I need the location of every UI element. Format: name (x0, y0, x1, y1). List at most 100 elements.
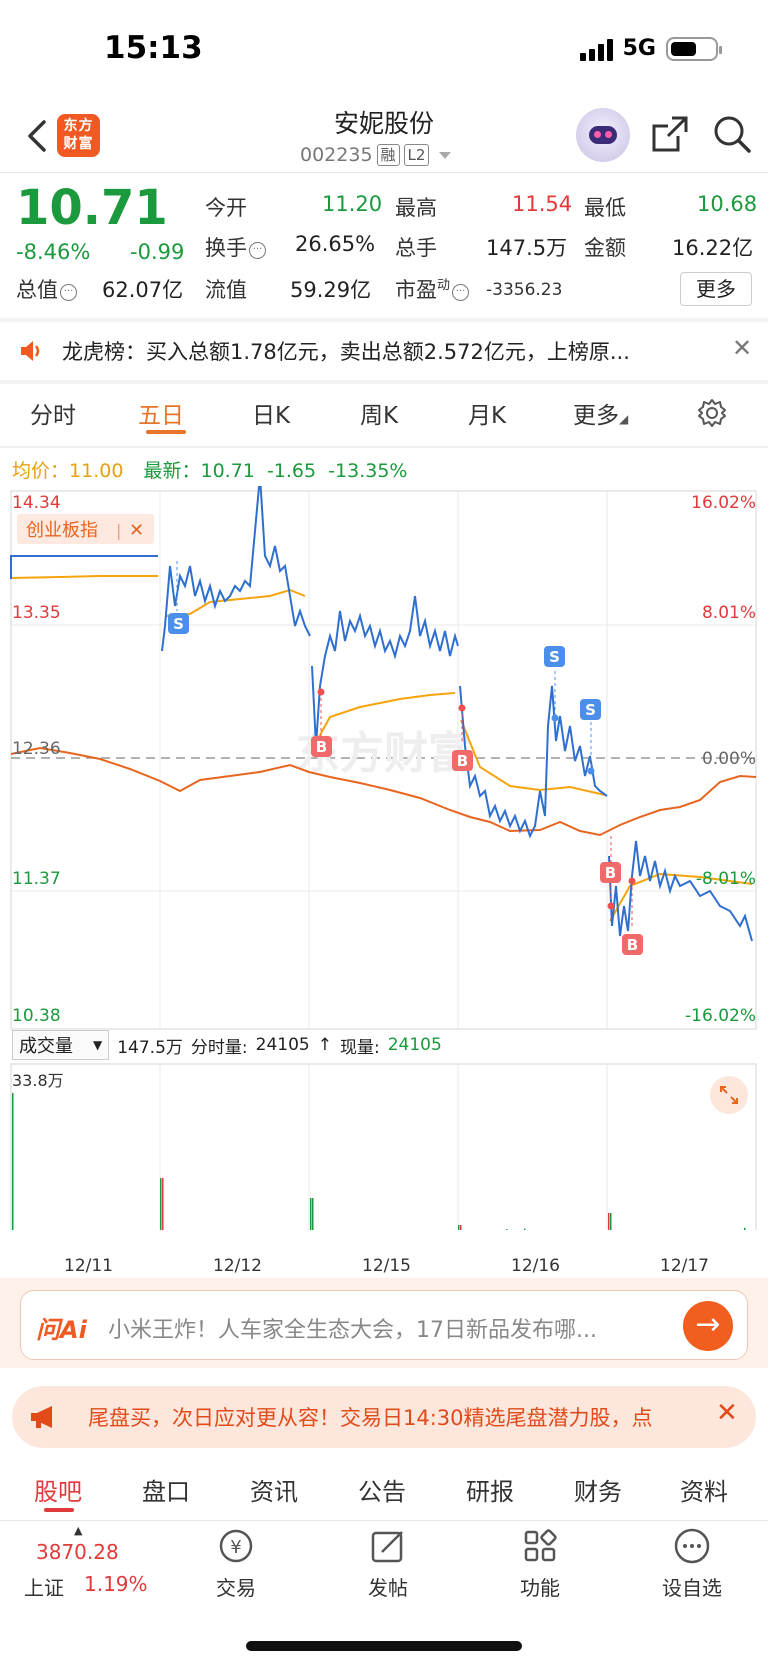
tab-pankou[interactable]: 盘口 (142, 1472, 190, 1507)
y-left-label: 14.34 (12, 493, 61, 513)
share-icon[interactable] (650, 114, 690, 154)
tab-more[interactable]: 更多◢ (573, 396, 628, 430)
nav-add-watchlist[interactable]: 设自选 (647, 1572, 737, 1601)
volume-bars (12, 1093, 746, 1230)
arrow-right-icon[interactable]: → (683, 1301, 733, 1351)
svg-text:S: S (549, 648, 560, 666)
volume-bar (506, 1229, 508, 1230)
stock-code-row[interactable]: 002235 融 L2 (300, 144, 452, 166)
tab-research[interactable]: 研报 (466, 1472, 514, 1507)
volume-label: 总手 (395, 236, 437, 260)
price-legend: 均价：11.00 最新：10.71 -1.65 -13.35% (12, 460, 408, 482)
volume-header: 成交量 ▼ 147.5万 分时量: 24105 ↑ 现量: 24105 (12, 1030, 442, 1060)
index-value[interactable]: 3870.28 (36, 1540, 119, 1564)
y-right-label: -8.01% (696, 869, 756, 889)
index-name[interactable]: 上证 (24, 1572, 64, 1601)
float-label: 流值 (205, 278, 247, 302)
ai-robot-icon[interactable] (576, 108, 630, 162)
tab-finance[interactable]: 财务 (574, 1472, 622, 1507)
low-value: 10.68 (697, 192, 758, 216)
float-value: 59.29亿 (290, 278, 372, 302)
info-icon[interactable]: ··· (452, 284, 470, 301)
status-icons: 5G (579, 36, 722, 61)
y-right-label: 16.02% (691, 493, 756, 513)
volume-bar (610, 1213, 612, 1230)
nav-trade[interactable]: 交易 (191, 1572, 281, 1601)
volume-bar (312, 1198, 314, 1230)
divider (0, 380, 768, 384)
promo-text[interactable]: 尾盘买，次日应对更从容！交易日14:30精选尾盘潜力股，点 (88, 1402, 708, 1432)
volume-bar (524, 1228, 526, 1230)
volume-bar (12, 1093, 14, 1230)
ai-logo: 问Ai (36, 1316, 87, 1344)
volume-value: 147.5万 (486, 236, 568, 260)
index-overlay-tag[interactable]: 创业板指 | ✕ (17, 514, 154, 544)
volume-bar (460, 1225, 462, 1230)
up-arrow-icon: ▲ (74, 1524, 83, 1537)
more-circle-icon[interactable] (672, 1526, 712, 1566)
margin-tag: 融 (376, 144, 400, 166)
date-label: 12/11 (64, 1256, 113, 1276)
tab-announcements[interactable]: 公告 (358, 1472, 406, 1507)
index-pct[interactable]: 1.19% (84, 1572, 148, 1596)
nav-functions[interactable]: 功能 (495, 1572, 585, 1601)
y-right-label: 8.01% (702, 603, 756, 623)
svg-text:¥: ¥ (230, 1537, 241, 1558)
post-edit-icon[interactable] (368, 1526, 408, 1566)
current-price: 10.71 (16, 180, 168, 236)
date-label: 12/16 (511, 1256, 560, 1276)
tab-guba[interactable]: 股吧 (34, 1472, 82, 1507)
date-label: 12/15 (362, 1256, 411, 1276)
svg-text:B: B (627, 936, 638, 954)
expand-icon[interactable] (710, 1076, 748, 1114)
svg-text:S: S (585, 701, 596, 719)
megaphone-icon (31, 1406, 52, 1428)
change-value: -0.99 (130, 240, 185, 264)
more-button[interactable]: 更多 (680, 272, 752, 306)
volume-bar (458, 1225, 460, 1230)
nav-post[interactable]: 发帖 (343, 1572, 433, 1601)
low-label: 最低 (584, 196, 626, 220)
volume-indicator-select[interactable]: 成交量 ▼ (12, 1030, 110, 1060)
signal-icon (579, 37, 613, 61)
settings-gear-icon[interactable] (697, 398, 727, 428)
close-icon[interactable]: ✕ (732, 334, 752, 362)
volume-bar (160, 1178, 162, 1230)
info-icon[interactable]: ··· (60, 284, 77, 301)
tab-daily-k[interactable]: 日K (252, 396, 290, 430)
battery-icon (666, 36, 722, 61)
tab-news[interactable]: 资讯 (250, 1472, 298, 1507)
volume-bar (608, 1213, 610, 1230)
dragon-tiger-notice[interactable]: 龙虎榜：买入总额1.78亿元，卖出总额2.572亿元，上榜原... (62, 336, 692, 366)
tab-profile[interactable]: 资料 (680, 1472, 728, 1507)
y-right-label: -16.02% (685, 1006, 756, 1026)
ai-prompt-text[interactable]: 小米王炸！人车家全生态大会，17日新品发布哪... (108, 1312, 668, 1344)
tab-monthly-k[interactable]: 月K (468, 396, 506, 430)
five-day-price-chart[interactable]: 东方财富 S B B S S B B 创业板指 | ✕ 14.34 13.35 … (0, 486, 768, 1230)
svg-text:创业板指: 创业板指 (26, 520, 98, 541)
open-value: 11.20 (322, 192, 383, 216)
mktcap-label: 总值 ··· (16, 274, 77, 304)
trade-icon[interactable]: ¥ (216, 1526, 256, 1566)
active-tab-indicator (146, 430, 186, 434)
info-icon[interactable]: ··· (249, 242, 266, 259)
divider (0, 318, 768, 322)
tab-intraday[interactable]: 分时 (30, 396, 76, 430)
functions-grid-icon[interactable] (520, 1526, 560, 1566)
svg-text:|: | (116, 521, 121, 540)
mktcap-value: 62.07亿 (102, 278, 184, 302)
tab-five-day[interactable]: 五日 (138, 396, 184, 430)
close-icon[interactable]: ✕ (716, 1398, 738, 1428)
search-icon[interactable] (712, 114, 752, 154)
turnover-value: 26.65% (295, 232, 376, 256)
volume-bar (310, 1198, 312, 1230)
home-indicator (246, 1641, 522, 1651)
pe-label: 市盈动 ··· (395, 274, 470, 304)
svg-text:S: S (173, 615, 184, 633)
chevron-down-icon (439, 151, 452, 159)
tab-weekly-k[interactable]: 周K (360, 396, 398, 430)
pe-value: -3356.23 (486, 280, 563, 300)
speaker-icon (21, 341, 40, 361)
volume-bar (744, 1227, 746, 1230)
svg-text:B: B (457, 752, 468, 770)
